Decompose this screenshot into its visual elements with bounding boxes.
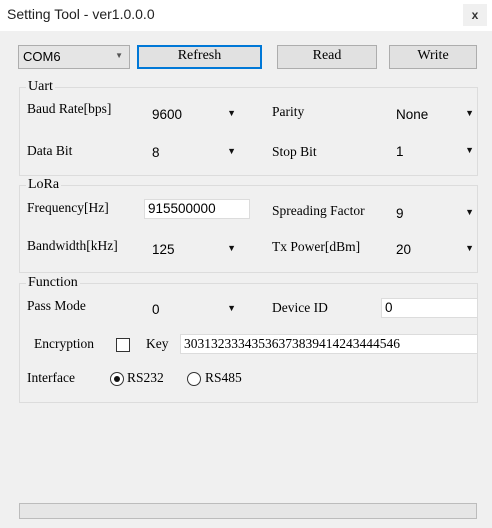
chevron-down-icon: ▼ [227, 146, 236, 156]
pass-mode-value: 0 [152, 302, 160, 317]
rs232-label: RS232 [127, 370, 164, 385]
interface-label: Interface [27, 370, 75, 385]
tx-power-value: 20 [396, 242, 412, 257]
progress-bar [19, 503, 477, 519]
close-icon: x [471, 8, 479, 22]
chevron-down-icon: ▼ [227, 303, 236, 313]
pass-mode-label: Pass Mode [27, 298, 86, 313]
port-value: COM6 [23, 49, 61, 64]
stop-bit-value: 1 [396, 144, 404, 159]
radio-selected-dot [114, 376, 120, 382]
stop-bit-select[interactable]: 1 ▼ [390, 141, 480, 163]
chevron-down-icon: ▼ [465, 108, 474, 118]
bandwidth-select[interactable]: 125 ▼ [146, 239, 242, 261]
lora-legend: LoRa [28, 177, 60, 192]
function-legend: Function [28, 275, 78, 290]
write-button[interactable]: Write [389, 45, 477, 69]
frequency-input[interactable]: 915500000 [144, 199, 250, 219]
chevron-down-icon: ▼ [465, 243, 474, 253]
encryption-label: Encryption [34, 336, 94, 351]
read-button[interactable]: Read [277, 45, 377, 69]
key-input[interactable]: 30313233343536373839414243444546 [180, 334, 478, 354]
rs485-label: RS485 [205, 370, 242, 385]
window-title: Setting Tool - ver1.0.0.0 [7, 6, 155, 22]
close-button[interactable]: x [463, 4, 487, 26]
data-bit-value: 8 [152, 145, 160, 160]
port-select[interactable]: COM6 ▼ [18, 45, 130, 69]
pass-mode-select[interactable]: 0 ▼ [146, 299, 242, 321]
chevron-down-icon: ▼ [115, 51, 123, 60]
chevron-down-icon: ▼ [227, 108, 236, 118]
frequency-label: Frequency[Hz] [27, 200, 109, 215]
uart-legend: Uart [28, 79, 53, 94]
data-bit-select[interactable]: 8 ▼ [146, 142, 242, 164]
refresh-button[interactable]: Refresh [137, 45, 262, 69]
rs485-radio[interactable] [187, 372, 201, 386]
chevron-down-icon: ▼ [227, 243, 236, 253]
frequency-value: 915500000 [148, 201, 216, 216]
device-id-input[interactable]: 0 [381, 298, 478, 318]
chevron-down-icon: ▼ [465, 145, 474, 155]
spreading-factor-select[interactable]: 9 ▼ [390, 203, 480, 225]
chevron-down-icon: ▼ [465, 207, 474, 217]
spreading-factor-value: 9 [396, 206, 404, 221]
device-id-label: Device ID [272, 300, 328, 315]
encryption-checkbox[interactable] [116, 338, 130, 352]
bandwidth-value: 125 [152, 242, 175, 257]
baud-rate-select[interactable]: 9600 ▼ [146, 104, 242, 126]
baud-rate-value: 9600 [152, 107, 183, 122]
tx-power-select[interactable]: 20 ▼ [390, 239, 480, 261]
data-bit-label: Data Bit [27, 143, 73, 158]
parity-select[interactable]: None ▼ [390, 104, 480, 126]
key-label: Key [146, 336, 169, 351]
key-value: 30313233343536373839414243444546 [184, 336, 400, 351]
spreading-factor-label: Spreading Factor [272, 203, 365, 218]
rs232-radio[interactable] [110, 372, 124, 386]
parity-label: Parity [272, 104, 305, 119]
parity-value: None [396, 107, 429, 122]
stop-bit-label: Stop Bit [272, 144, 317, 159]
bandwidth-label: Bandwidth[kHz] [27, 238, 118, 253]
device-id-value: 0 [385, 300, 393, 315]
baud-rate-label: Baud Rate[bps] [27, 101, 112, 116]
tx-power-label: Tx Power[dBm] [272, 239, 361, 254]
